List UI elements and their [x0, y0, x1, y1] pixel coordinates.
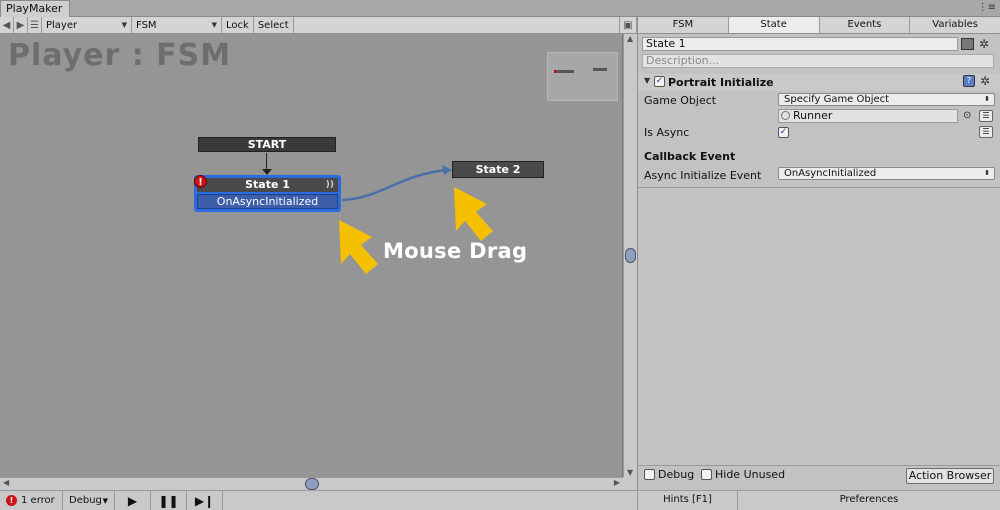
- select-button[interactable]: Select: [254, 16, 294, 34]
- action-title: Portrait Initialize: [668, 76, 774, 89]
- playmaker-window-tab[interactable]: PlayMaker: [0, 0, 70, 17]
- inspector-tabs: FSM State Events Variables: [638, 17, 1000, 34]
- menu-list-icon[interactable]: ☰: [28, 16, 42, 34]
- chevron-updown-icon: ⬍: [984, 169, 990, 177]
- chevron-down-icon: ▼: [121, 21, 127, 29]
- scroll-up-arrow-icon[interactable]: ▲: [627, 34, 633, 43]
- is-async-menu-icon[interactable]: ☰: [979, 126, 993, 138]
- horizontal-scrollbar[interactable]: ◀ ▶: [0, 477, 623, 490]
- scroll-left-arrow-icon[interactable]: ◀: [3, 478, 9, 487]
- scroll-corner: [623, 477, 637, 490]
- error-count-button[interactable]: ! 1 error: [0, 491, 63, 510]
- game-object-dropdown[interactable]: Specify Game Object ⬍: [778, 93, 995, 106]
- chevron-updown-icon: ⬍: [984, 95, 990, 103]
- game-object-label: Game Object: [644, 94, 717, 107]
- debug-checkbox[interactable]: [644, 469, 655, 480]
- gameobject-dropdown-value: Player: [46, 19, 78, 31]
- runner-object-field[interactable]: Runner: [778, 109, 958, 123]
- async-initialize-event-dropdown[interactable]: OnAsyncInitialized ⬍: [778, 167, 995, 180]
- play-button[interactable]: ▶: [115, 491, 151, 510]
- pause-icon: ❚❚: [158, 493, 179, 508]
- inspector-panel: FSM State Events Variables State 1 ✲ Des…: [637, 17, 1000, 490]
- hints-button[interactable]: Hints [F1]: [637, 490, 738, 510]
- is-async-label: Is Async: [644, 126, 690, 139]
- object-picker-icon[interactable]: ⊙: [963, 110, 971, 121]
- hide-unused-checkbox[interactable]: [701, 469, 712, 480]
- hide-unused-label: Hide Unused: [715, 468, 786, 481]
- gameobject-icon: [781, 111, 790, 120]
- step-icon: ▶❙: [194, 493, 215, 508]
- fsm-dropdown[interactable]: FSM ▼: [132, 16, 222, 34]
- drag-link-path: [341, 168, 449, 202]
- pause-button[interactable]: ❚❚: [151, 491, 187, 510]
- minimap-toggle-icon[interactable]: ▣: [619, 16, 637, 34]
- state-name-field[interactable]: State 1: [642, 37, 958, 51]
- fsm-dropdown-value: FSM: [136, 19, 157, 31]
- chevron-down-icon: ▼: [102, 496, 108, 505]
- description-field[interactable]: Description...: [642, 54, 994, 68]
- state-color-swatch[interactable]: [961, 38, 974, 50]
- action-header[interactable]: ▼ ✓ Portrait Initialize: [638, 74, 1000, 91]
- tab-fsm[interactable]: FSM: [638, 17, 729, 33]
- window-menu-icon[interactable]: ⋮≡: [978, 2, 996, 13]
- action-enabled-checkbox[interactable]: ✓: [654, 76, 665, 87]
- mouse-drag-annotation: Mouse Drag: [383, 239, 528, 263]
- graph-toolbar: ◀ ▶ ☰ Player ▼ FSM ▼ Lock Select ▣: [0, 16, 637, 34]
- chevron-down-icon: ▼: [211, 21, 217, 29]
- tab-state[interactable]: State: [728, 17, 820, 33]
- horizontal-scroll-thumb[interactable]: [305, 478, 319, 490]
- debug-dropdown[interactable]: Debug ▼: [63, 491, 115, 510]
- gameobject-dropdown[interactable]: Player ▼: [42, 16, 132, 34]
- step-button[interactable]: ▶❙: [187, 491, 223, 510]
- debug-checkbox-label: Debug: [658, 468, 695, 481]
- runner-value: Runner: [793, 109, 833, 122]
- action-browser-button[interactable]: Action Browser: [906, 468, 994, 484]
- is-async-checkbox[interactable]: ✓: [778, 127, 789, 138]
- fsm-graph-canvas[interactable]: Player : FSM START State 1 )) OnAsyncIni…: [0, 34, 623, 477]
- back-arrow-icon[interactable]: ◀: [0, 16, 14, 34]
- inspector-divider: [638, 187, 1000, 188]
- async-initialize-event-label: Async Initialize Event: [644, 169, 762, 182]
- fold-triangle-icon[interactable]: ▼: [644, 76, 650, 85]
- lock-button[interactable]: Lock: [222, 16, 254, 34]
- scroll-right-arrow-icon[interactable]: ▶: [614, 478, 620, 487]
- vertical-scrollbar[interactable]: ▲ ▼: [623, 34, 637, 477]
- vertical-scroll-thumb[interactable]: [625, 248, 636, 263]
- tab-variables[interactable]: Variables: [910, 17, 1000, 33]
- drag-link-arrowhead: [442, 165, 452, 175]
- async-event-dropdown-value: OnAsyncInitialized: [784, 168, 877, 179]
- yellow-arrow-right-icon: [454, 187, 493, 241]
- preferences-button[interactable]: Preferences: [738, 490, 1000, 510]
- forward-arrow-icon[interactable]: ▶: [14, 16, 28, 34]
- window-tab-strip: PlayMaker ⋮≡: [0, 0, 1000, 17]
- transition-drag-curve: [339, 165, 493, 274]
- error-count-label: 1 error: [21, 495, 55, 506]
- game-object-dropdown-value: Specify Game Object: [784, 94, 890, 105]
- callback-event-title: Callback Event: [644, 150, 736, 163]
- tab-events[interactable]: Events: [820, 17, 911, 33]
- action-gear-icon[interactable]: ✲: [980, 75, 990, 87]
- play-icon: ▶: [127, 493, 138, 508]
- yellow-arrow-left-icon: [339, 220, 378, 274]
- state-gear-icon[interactable]: ✲: [979, 38, 989, 50]
- scroll-down-arrow-icon[interactable]: ▼: [627, 468, 633, 477]
- error-icon: !: [6, 495, 17, 506]
- help-icon[interactable]: ?: [963, 75, 975, 87]
- debug-dropdown-value: Debug: [69, 495, 102, 506]
- runner-menu-icon[interactable]: ☰: [979, 110, 993, 122]
